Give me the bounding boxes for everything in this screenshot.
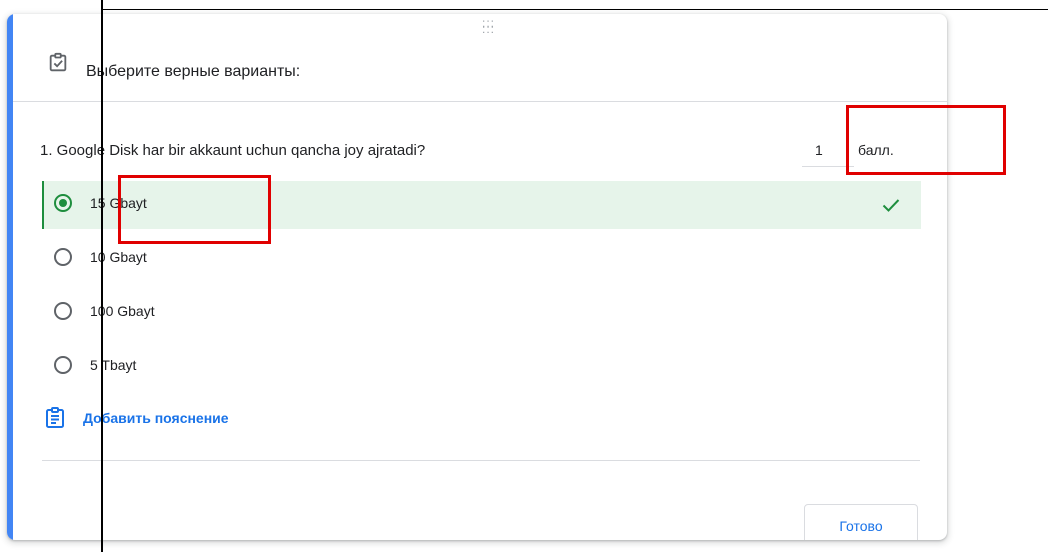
radio-unselected-icon[interactable] (54, 302, 72, 320)
card-accent-bar (7, 14, 13, 540)
question-text: 1. Google Disk har bir akkaunt uchun qan… (40, 142, 426, 159)
annotation-horizontal-line (101, 9, 1048, 10)
radio-selected-icon[interactable] (54, 194, 72, 212)
points-value[interactable]: 1 (815, 142, 823, 158)
add-feedback-label: Добавить пояснение (83, 410, 229, 426)
option-label: 100 Gbayt (90, 303, 155, 319)
done-button[interactable]: Готово (804, 504, 918, 540)
answer-option-3[interactable]: 100 Gbayt (42, 289, 919, 337)
correct-check-icon (882, 199, 900, 212)
question-card: :::::: Выберите верные варианты: 1. Goog… (7, 14, 947, 540)
assignment-icon (46, 407, 64, 428)
checkbox-icon (49, 52, 67, 72)
option-label: 10 Gbayt (90, 249, 147, 265)
annotation-box-points (846, 105, 1006, 175)
question-type-title: Выберите верные варианты: (86, 63, 301, 80)
option-label: 5 Tbayt (90, 357, 137, 373)
annotation-box-answer (118, 175, 271, 244)
answer-option-4[interactable]: 5 Tbayt (42, 343, 919, 391)
drag-handle-icon[interactable]: :::::: (482, 17, 495, 35)
radio-unselected-icon[interactable] (54, 356, 72, 374)
document-top-strip (0, 0, 1048, 14)
footer-divider (42, 460, 920, 461)
annotation-vertical-line (101, 0, 103, 552)
radio-unselected-icon[interactable] (54, 248, 72, 266)
header-divider (13, 101, 947, 102)
